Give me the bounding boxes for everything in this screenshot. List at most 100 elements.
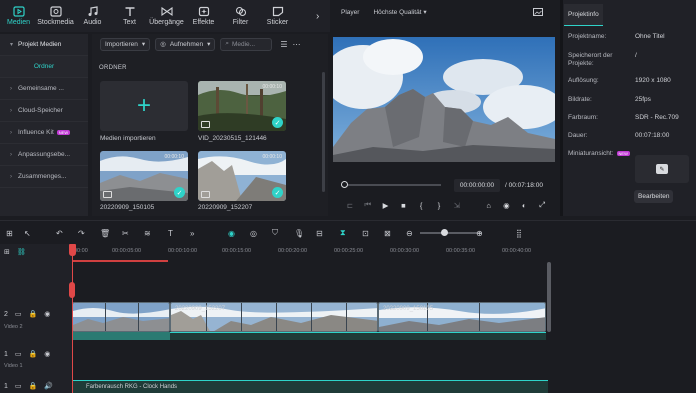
zoom-in-icon[interactable]: ⊕ bbox=[476, 221, 483, 245]
timeline-scrollbar[interactable] bbox=[547, 262, 551, 332]
timeline-clip[interactable] bbox=[72, 302, 170, 332]
split-icon[interactable]: ⊡ bbox=[362, 221, 369, 245]
tab-sticker[interactable]: Sticker bbox=[259, 0, 296, 32]
tab-audio[interactable]: Audio bbox=[74, 0, 111, 32]
audio-wave-icon[interactable]: ≋ bbox=[144, 221, 151, 245]
eye-icon[interactable]: ◉ bbox=[44, 350, 50, 358]
microphone-icon[interactable]: 🎙 bbox=[294, 221, 304, 245]
sidebar-item-adjustment[interactable]: › Anpassungsebe... bbox=[0, 144, 88, 166]
tab-transitions[interactable]: Übergänge bbox=[148, 0, 185, 32]
add-track-icon[interactable]: ⊞ bbox=[4, 248, 10, 256]
lock-icon[interactable]: 🔒 bbox=[29, 310, 38, 318]
ruler-tick: 00:00:30:00 bbox=[390, 248, 420, 254]
tab-text[interactable]: Text bbox=[111, 0, 148, 32]
ruler-tick: 00:00:25:00 bbox=[334, 248, 364, 254]
audio-clip[interactable]: Farbenrausch RKG - Clock Hands bbox=[72, 380, 548, 393]
scrubber-handle[interactable] bbox=[341, 181, 348, 188]
zoom-out-icon[interactable]: ⊖ bbox=[406, 221, 413, 245]
grid-layout-icon[interactable]: ⣿ bbox=[516, 221, 522, 245]
timeline-clip[interactable]: 20220909_150105 bbox=[378, 302, 546, 332]
sidebar-item-compound[interactable]: › Zusammenges... bbox=[0, 166, 88, 188]
sidebar-item-cloud[interactable]: › Cloud-Speicher bbox=[0, 100, 88, 122]
media-thumbnail[interactable]: 00:00:10 ✓ bbox=[198, 151, 286, 201]
quality-dropdown[interactable]: Höchste Qualität ▾ bbox=[373, 8, 426, 16]
out-point-icon[interactable]: } bbox=[430, 199, 448, 211]
volume-icon[interactable]: ◐ bbox=[515, 199, 533, 211]
zoom-slider[interactable] bbox=[420, 232, 482, 234]
undo-icon[interactable]: ↶ bbox=[56, 221, 63, 245]
filter-sort-icon[interactable]: ☰ bbox=[280, 40, 287, 49]
sidebar-item-folder[interactable]: Ordner bbox=[0, 56, 88, 78]
asset-tabs: Medien Stockmedia Audio Text Übergänge E… bbox=[0, 0, 330, 32]
sidebar-item-influence-kit[interactable]: › Influence Kit NEW bbox=[0, 122, 88, 144]
import-dropdown[interactable]: Importieren ▾ bbox=[100, 37, 151, 51]
info-key: Dauer: bbox=[568, 132, 588, 139]
marker-icon[interactable]: ⛉ bbox=[272, 221, 278, 245]
media-thumbnail[interactable]: 00:00:10 ✓ bbox=[100, 151, 188, 201]
speed-icon[interactable]: ⊟ bbox=[316, 221, 323, 245]
record-dropdown[interactable]: ◎ Aufnehmen ▾ bbox=[155, 37, 216, 51]
timeline-area[interactable]: 00:00 00:00:05:00 00:00:10:00 00:00:15:0… bbox=[69, 244, 696, 393]
playback-scrubber[interactable] bbox=[343, 184, 441, 186]
tab-media[interactable]: Medien bbox=[0, 0, 37, 32]
folder-icon[interactable]: ▭ bbox=[15, 310, 22, 318]
export-frame-icon[interactable]: ⇲ bbox=[448, 199, 466, 211]
chevron-right-icon[interactable]: › bbox=[316, 11, 319, 22]
camera-icon[interactable]: ◉ bbox=[498, 199, 516, 211]
play-icon[interactable]: ▶ bbox=[377, 199, 395, 211]
layout-icon[interactable]: ⊞ bbox=[6, 221, 13, 245]
search-input[interactable]: ⌕ Medie... bbox=[220, 37, 273, 51]
tab-audio-label: Audio bbox=[83, 19, 102, 26]
fullscreen-icon[interactable]: ⤢ bbox=[533, 199, 551, 211]
snap-icon[interactable]: ⧗ bbox=[340, 221, 346, 245]
crop-icon[interactable]: ⊠ bbox=[384, 221, 391, 245]
tab-filter[interactable]: Filter bbox=[222, 0, 259, 32]
work-area-range[interactable] bbox=[72, 260, 168, 262]
tab-stockmedia[interactable]: Stockmedia bbox=[37, 0, 74, 32]
more-tools-icon[interactable]: » bbox=[190, 221, 194, 245]
previous-frame-icon[interactable]: ⏮ bbox=[359, 199, 377, 211]
in-point-icon[interactable]: { bbox=[412, 199, 430, 211]
tab-effects[interactable]: Effekte bbox=[185, 0, 222, 32]
clip-audio-wave[interactable] bbox=[170, 332, 546, 340]
link-icon[interactable]: ⛓ bbox=[17, 248, 26, 256]
playhead-marker[interactable] bbox=[69, 282, 75, 298]
player-tab[interactable]: Player bbox=[341, 9, 359, 16]
current-timecode[interactable]: 00:00:00:00 bbox=[454, 179, 500, 192]
playhead[interactable] bbox=[69, 244, 76, 393]
clip-audio-wave[interactable] bbox=[72, 332, 170, 340]
sidebar-item-shared[interactable]: › Gemeinsame ... bbox=[0, 78, 88, 100]
lock-icon[interactable]: 🔒 bbox=[29, 350, 38, 358]
mark-in-icon[interactable]: ⊏ bbox=[341, 199, 359, 211]
redo-icon[interactable]: ↷ bbox=[78, 221, 85, 245]
timeline-clip[interactable]: 20220909_152207 bbox=[170, 302, 378, 332]
media-scrollbar[interactable] bbox=[322, 72, 325, 192]
eye-icon[interactable]: ◉ bbox=[44, 310, 50, 318]
speaker-icon[interactable]: 🔊 bbox=[44, 382, 53, 390]
lock-icon[interactable]: 🔒 bbox=[29, 382, 38, 390]
display-icon[interactable]: ⌂ bbox=[480, 199, 498, 211]
cut-icon[interactable]: ✂ bbox=[122, 221, 129, 245]
snapshot-icon[interactable] bbox=[533, 8, 543, 18]
render-icon[interactable]: ◎ bbox=[250, 221, 257, 245]
preview-screen[interactable] bbox=[333, 37, 555, 162]
zoom-slider-handle[interactable] bbox=[441, 229, 448, 236]
text-tool-icon[interactable]: T bbox=[168, 221, 173, 245]
import-media-tile[interactable]: + bbox=[100, 81, 188, 131]
more-icon[interactable]: ⋯ bbox=[293, 40, 301, 49]
select-tool-icon[interactable]: ↖ bbox=[24, 221, 31, 245]
ruler-tick: 00:00:05:00 bbox=[112, 248, 142, 254]
sidebar-item-project-media[interactable]: ▾ Projekt Medien bbox=[0, 34, 88, 56]
playhead-handle[interactable] bbox=[69, 244, 76, 256]
thumbnail-preview[interactable]: ✎ bbox=[635, 155, 689, 183]
edit-button[interactable]: Bearbeiten bbox=[634, 190, 674, 203]
preview-frame bbox=[333, 37, 555, 162]
folder-icon[interactable]: ▭ bbox=[15, 382, 22, 390]
edit-icon[interactable]: ✎ bbox=[656, 164, 668, 174]
ai-tool-icon[interactable]: ◉ bbox=[228, 221, 235, 245]
tab-project-info[interactable]: Projektinfo bbox=[564, 4, 603, 26]
folder-icon[interactable]: ▭ bbox=[15, 350, 22, 358]
delete-icon[interactable]: 🗑 bbox=[100, 221, 110, 245]
media-thumbnail[interactable]: 00:00:10 ✓ bbox=[198, 81, 286, 131]
stop-icon[interactable]: ■ bbox=[394, 199, 412, 211]
